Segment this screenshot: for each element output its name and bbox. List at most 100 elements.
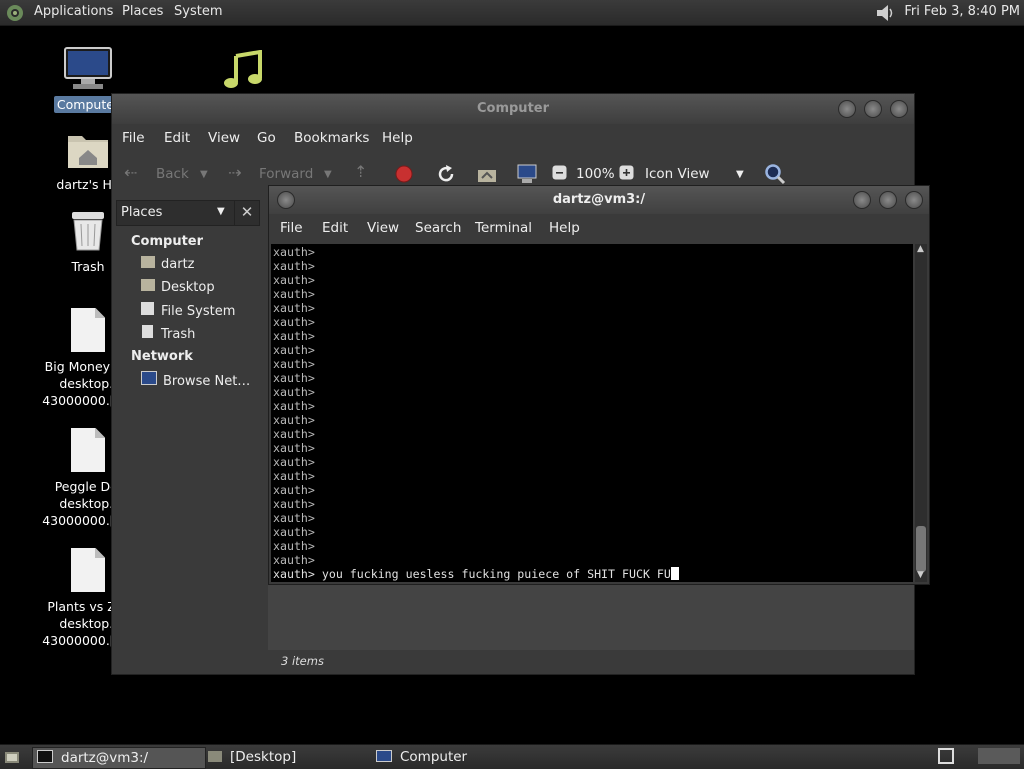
back-arrow-icon[interactable]: ⇠	[124, 163, 137, 182]
menu-go[interactable]: Go	[257, 130, 276, 146]
terminal-screen[interactable]: xauth> xauth> xauth> xauth> xauth> xauth> xaut…	[271, 244, 913, 582]
chevron-down-icon[interactable]: ▼	[736, 169, 744, 180]
task-label: [Desktop]	[230, 749, 297, 765]
sidebar-item-desktop[interactable]: Desktop	[141, 279, 215, 295]
search-icon[interactable]	[764, 163, 786, 185]
minimize-button[interactable]	[853, 191, 871, 209]
menu-file[interactable]: File	[280, 220, 303, 236]
terminal-line: xauth>	[273, 427, 315, 441]
menu-terminal[interactable]: Terminal	[475, 220, 532, 236]
task-computer[interactable]: Computer	[374, 747, 536, 767]
sidebar-item-trash[interactable]: Trash	[141, 325, 195, 342]
sidebar-section-computer: Computer	[131, 234, 204, 249]
zoom-level: 100%	[576, 166, 615, 182]
menu-file[interactable]: File	[122, 130, 145, 146]
terminal-line: xauth>	[273, 399, 315, 413]
menu-view[interactable]: View	[367, 220, 399, 236]
workspace-2[interactable]	[978, 748, 1020, 764]
places-selector[interactable]: Places ▼	[116, 200, 236, 226]
maximize-button[interactable]	[879, 191, 897, 209]
scrollbar-thumb[interactable]	[916, 526, 926, 572]
status-bar: 3 items	[268, 650, 914, 674]
scroll-down-icon[interactable]: ▼	[917, 570, 924, 580]
terminal-icon	[37, 750, 53, 763]
trash-icon	[142, 325, 153, 338]
window-titlebar[interactable]: Computer	[112, 94, 914, 124]
document-icon	[71, 428, 105, 472]
terminal-line: xauth>	[273, 441, 315, 455]
task-label: dartz@vm3:/	[61, 750, 149, 766]
zoom-out-icon[interactable]	[552, 165, 567, 180]
forward-arrow-icon[interactable]: ⇢	[228, 163, 241, 182]
close-button[interactable]	[890, 100, 908, 118]
terminal-line: xauth>	[273, 329, 315, 343]
volume-icon[interactable]	[874, 3, 896, 23]
menu-edit[interactable]: Edit	[164, 130, 190, 146]
menu-help[interactable]: Help	[382, 130, 413, 146]
chevron-down-icon[interactable]: ▼	[200, 169, 208, 180]
window-titlebar[interactable]: dartz@vm3:/	[269, 186, 929, 214]
trash-icon	[72, 212, 104, 251]
desktop-icon	[208, 751, 222, 762]
scrollbar[interactable]: ▲ ▼	[915, 244, 927, 582]
menu-help[interactable]: Help	[549, 220, 580, 236]
terminal-input-text: xauth> you fucking uesless fucking puiec…	[273, 567, 671, 581]
view-mode-select[interactable]: Icon View	[645, 166, 710, 182]
forward-button[interactable]: Forward	[259, 166, 313, 182]
menu-bookmarks[interactable]: Bookmarks	[294, 130, 369, 146]
task-desktop[interactable]: [Desktop]	[206, 747, 368, 767]
scroll-up-icon[interactable]: ▲	[917, 244, 924, 254]
sidebar-item-browse-network[interactable]: Browse Net…	[141, 371, 250, 389]
sidebar-item-file-system[interactable]: File System	[141, 302, 235, 319]
up-arrow-icon[interactable]: ⇡	[354, 162, 367, 181]
sidebar-item-label: Trash	[161, 327, 196, 342]
terminal-line: xauth>	[273, 413, 315, 427]
sidebar-item-dartz[interactable]: dartz	[141, 256, 194, 272]
text-cursor	[670, 567, 679, 580]
music-note-icon[interactable]	[222, 50, 266, 90]
chevron-down-icon[interactable]: ▼	[324, 169, 332, 180]
sidebar-item-label: Desktop	[161, 280, 215, 295]
status-text: 3 items	[281, 654, 324, 668]
drive-icon	[141, 302, 154, 315]
computer-icon[interactable]	[516, 163, 538, 185]
terminal-line: xauth>	[273, 469, 315, 483]
minimize-button[interactable]	[838, 100, 856, 118]
window-menu-button[interactable]	[277, 191, 295, 209]
home-folder-icon	[68, 136, 108, 168]
computer-icon	[376, 750, 392, 762]
terminal-line: xauth>	[273, 385, 315, 399]
reload-icon[interactable]	[436, 164, 456, 184]
zoom-in-icon[interactable]	[619, 165, 634, 180]
workspace-switcher[interactable]	[938, 748, 954, 764]
maximize-button[interactable]	[864, 100, 882, 118]
terminal-line: xauth>	[273, 511, 315, 525]
task-terminal[interactable]: dartz@vm3:/	[32, 747, 206, 769]
menu-search[interactable]: Search	[415, 220, 461, 236]
terminal-line: xauth>	[273, 315, 315, 329]
terminal-line: xauth>	[273, 455, 315, 469]
close-button[interactable]	[905, 191, 923, 209]
document-icon	[71, 548, 105, 592]
places-menu[interactable]: Places	[122, 4, 163, 19]
terminal-line: xauth>	[273, 287, 315, 301]
terminal-line: xauth>	[273, 245, 315, 259]
terminal-line: xauth>	[273, 553, 315, 567]
menu-edit[interactable]: Edit	[322, 220, 348, 236]
home-icon[interactable]	[476, 164, 498, 184]
distro-logo-icon[interactable]	[6, 4, 24, 22]
places-selector-label: Places	[121, 205, 163, 220]
sidebar: Places ▼ ✕ Computer dartz Desktop File S…	[116, 198, 266, 650]
desktop-folder-icon	[141, 279, 155, 291]
clock[interactable]: Fri Feb 3, 8:40 PM	[904, 4, 1020, 19]
menu-view[interactable]: View	[208, 130, 240, 146]
back-button[interactable]: Back	[156, 166, 189, 182]
terminal-output: xauth> xauth> xauth> xauth> xauth> xauth> xaut…	[271, 244, 913, 582]
applications-menu[interactable]: Applications	[34, 4, 113, 19]
stop-icon[interactable]	[395, 165, 413, 183]
system-menu[interactable]: System	[174, 4, 222, 19]
show-desktop-icon[interactable]	[4, 749, 20, 765]
terminal-line: xauth>	[273, 343, 315, 357]
close-sidebar-button[interactable]: ✕	[234, 200, 260, 226]
sidebar-item-label: File System	[161, 304, 236, 319]
